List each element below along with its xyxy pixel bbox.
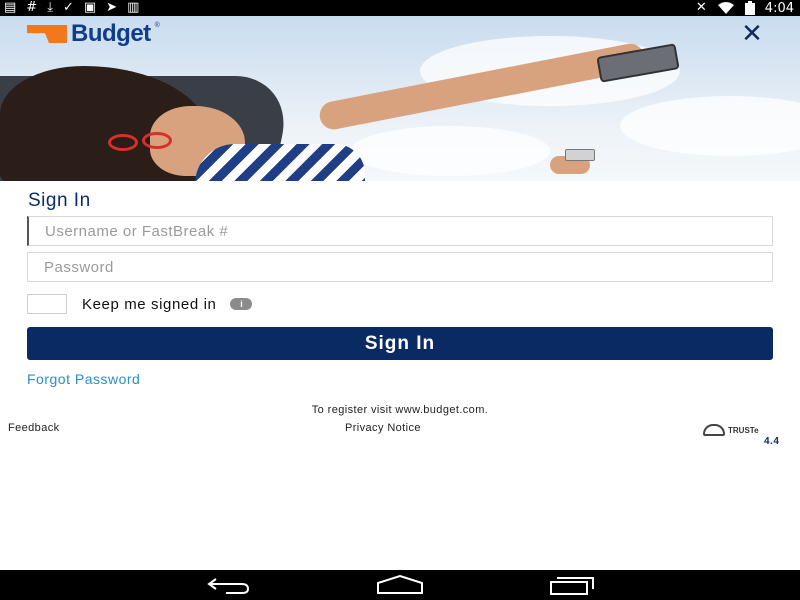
privacy-notice-link[interactable]: Privacy Notice [345,422,421,434]
password-input[interactable] [27,252,773,282]
info-icon[interactable]: i [230,298,253,310]
sunglasses-lens [142,132,172,149]
back-icon [207,578,250,594]
striped-shirt [195,144,365,181]
hero-image: Budget ® ✕ [0,16,800,181]
close-icon: ✕ [741,19,763,49]
photo-icon: ▣ [83,0,97,15]
budget-logo: Budget ® [27,20,160,48]
feedback-link[interactable]: Feedback [8,422,60,434]
wifi-icon [717,2,734,14]
logo-text: Budget [71,20,151,47]
check-icon: ✓ [62,0,74,15]
truste-icon [703,424,725,436]
battery-icon [744,1,755,15]
sunglasses [108,134,138,151]
system-icons: ✕ 4:04 [696,0,794,16]
register-text: To register visit www.budget.com. [311,404,489,416]
sign-in-button[interactable]: Sign In [27,327,773,360]
message-icon: ▤ [4,0,17,15]
keep-signed-in-checkbox[interactable] [27,294,67,314]
recent-apps-icon [550,577,594,595]
screen: ▤ # ⤓ ✓ ▣ ➤ ▥ ✕ 4:04 Budget ® ✕ Sign In … [0,0,800,600]
second-phone [565,149,595,161]
username-input[interactable] [27,216,773,246]
notification-icons: ▤ # ⤓ ✓ ▣ ➤ ▥ [4,1,139,15]
back-button[interactable] [206,575,252,595]
download-icon: ⤓ [47,0,53,15]
home-button[interactable] [376,575,424,595]
clock: 4:04 [764,0,794,16]
keep-signed-in-row: Keep me signed in i [27,294,253,314]
close-button[interactable]: ✕ [737,19,767,49]
logo-mark [27,25,67,43]
mute-icon: ✕ [695,0,707,15]
truste-badge[interactable]: TRUSTe [703,424,759,436]
status-bar: ▤ # ⤓ ✓ ▣ ➤ ▥ ✕ 4:04 [0,0,800,16]
registered-mark: ® [154,22,160,29]
send-icon: ➤ [106,0,118,15]
hash-icon: # [26,0,38,15]
forgot-password-link[interactable]: Forgot Password [27,371,140,387]
page-title: Sign In [28,190,91,211]
keep-signed-in-label: Keep me signed in [82,295,217,313]
home-icon [377,575,423,594]
truste-label: TRUSTe [728,425,759,435]
barcode-icon: ▥ [127,0,140,15]
recent-apps-button[interactable] [549,575,595,595]
app-version: 4.4 [764,436,780,447]
navigation-bar [0,570,800,600]
